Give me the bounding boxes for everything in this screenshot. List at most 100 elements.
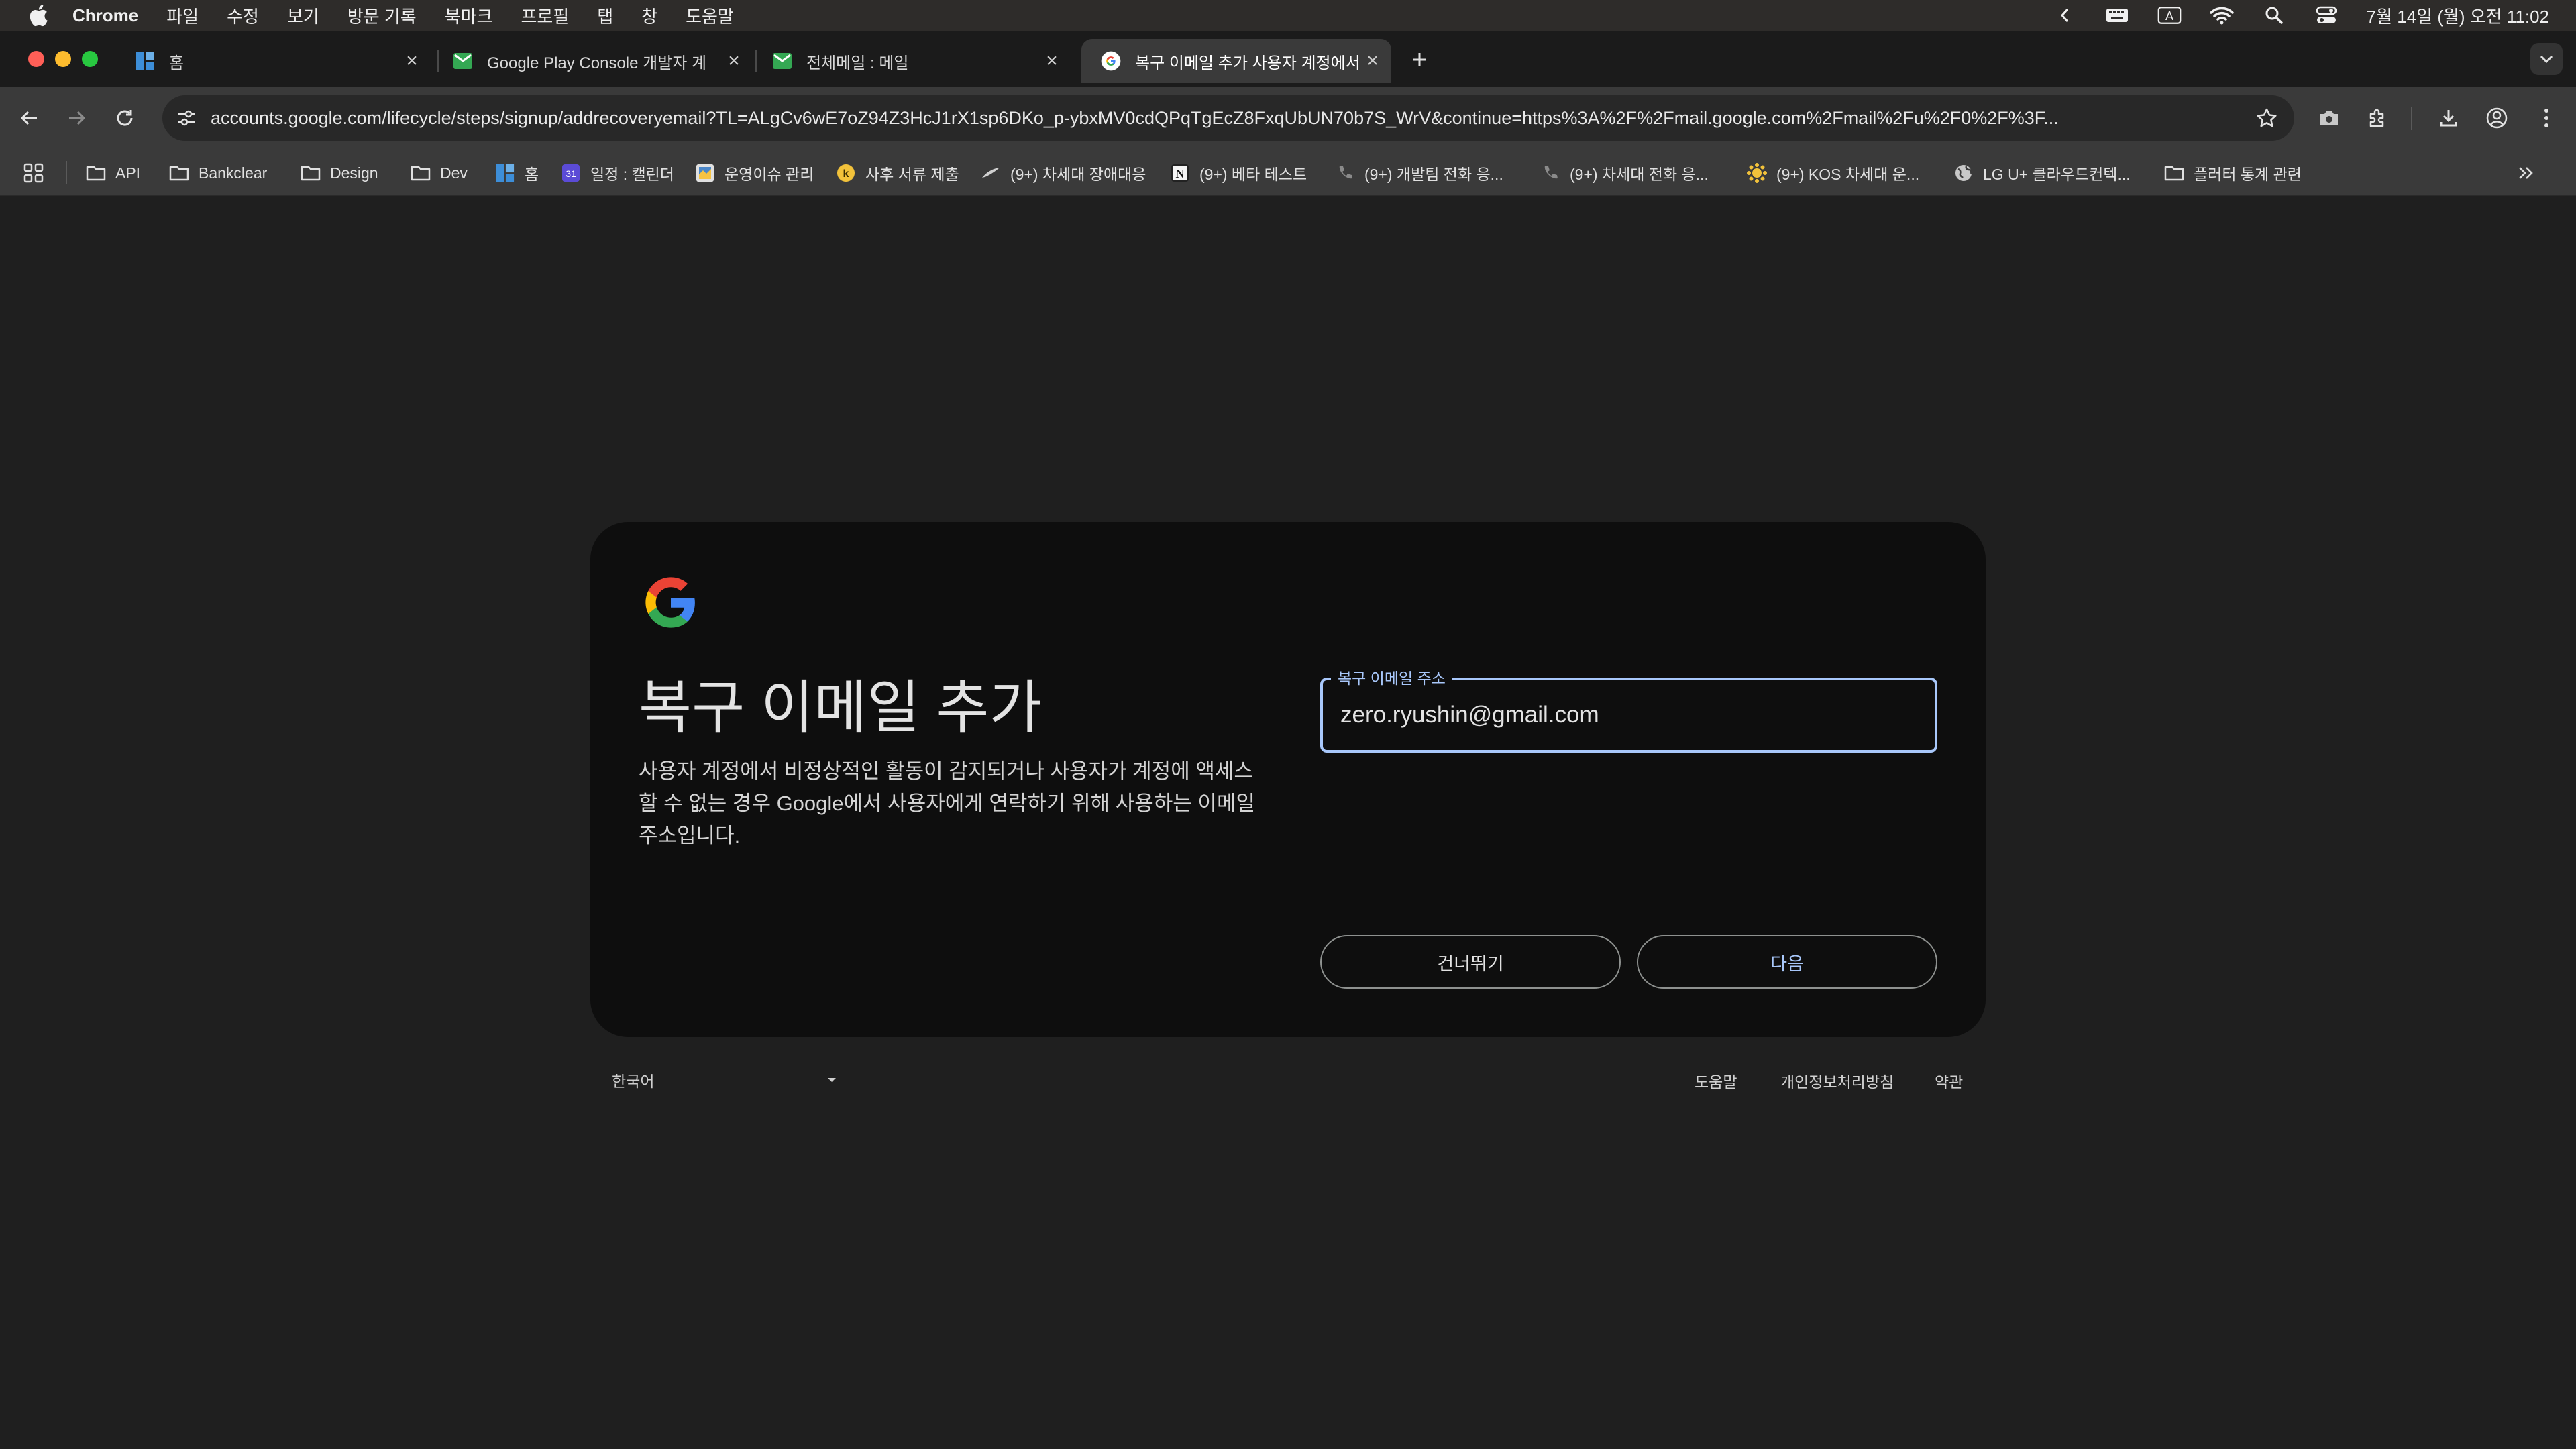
window-minimize-button[interactable] bbox=[55, 51, 71, 67]
close-icon[interactable]: × bbox=[720, 48, 747, 74]
next-button[interactable]: 다음 bbox=[1637, 935, 1937, 989]
tab-all-mail[interactable]: 전체메일 : 메일 × bbox=[753, 39, 1071, 83]
input-source-icon[interactable]: A bbox=[2157, 5, 2182, 25]
terms-link[interactable]: 약관 bbox=[1935, 1069, 1963, 1092]
profile-avatar-icon[interactable] bbox=[2481, 102, 2513, 134]
svg-text:A: A bbox=[2165, 9, 2174, 23]
downloads-icon[interactable] bbox=[2432, 102, 2465, 134]
language-selector[interactable]: 한국어 bbox=[612, 1065, 840, 1095]
address-bar[interactable]: accounts.google.com/lifecycle/steps/sign… bbox=[162, 95, 2294, 141]
menu-edit[interactable]: 수정 bbox=[227, 3, 259, 28]
apps-grid-icon[interactable] bbox=[23, 156, 44, 191]
tab-title: 전체메일 : 메일 bbox=[806, 54, 909, 72]
calendar-icon: 31 bbox=[561, 163, 581, 183]
svg-text:N: N bbox=[1176, 167, 1185, 180]
menu-chrome[interactable]: Chrome bbox=[72, 5, 138, 26]
menu-window[interactable]: 창 bbox=[641, 3, 657, 28]
window-zoom-button[interactable] bbox=[82, 51, 98, 67]
globe-icon bbox=[1953, 163, 1974, 183]
control-center-icon[interactable] bbox=[2314, 5, 2339, 25]
folder-icon bbox=[86, 163, 106, 183]
apple-icon[interactable] bbox=[27, 4, 50, 27]
spotlight-search-icon[interactable] bbox=[2262, 5, 2286, 25]
tab-play-console[interactable]: Google Play Console 개발자 계 × bbox=[433, 39, 753, 83]
menu-profiles[interactable]: 프로필 bbox=[521, 3, 569, 28]
google-icon bbox=[1100, 50, 1122, 72]
sun-icon bbox=[1747, 163, 1767, 183]
phone-icon bbox=[1540, 163, 1560, 183]
chevron-left-icon[interactable] bbox=[2053, 5, 2077, 25]
url-text[interactable]: accounts.google.com/lifecycle/steps/sign… bbox=[211, 95, 2241, 141]
menu-help[interactable]: 도움말 bbox=[686, 3, 734, 28]
close-icon[interactable]: × bbox=[1038, 48, 1065, 74]
menu-view[interactable]: 보기 bbox=[287, 3, 319, 28]
tab-search-button[interactable] bbox=[2530, 43, 2563, 75]
menu-history[interactable]: 방문 기록 bbox=[347, 3, 417, 28]
bookmark-api[interactable]: API bbox=[86, 156, 140, 191]
wifi-icon[interactable] bbox=[2209, 5, 2234, 25]
bookmark-dev-phone[interactable]: (9+) 개발팀 전화 응... bbox=[1335, 156, 1503, 191]
recovery-email-input[interactable] bbox=[1340, 696, 1917, 734]
tab-title: 복구 이메일 추가 사용자 계정에서 I bbox=[1135, 54, 1359, 72]
bookmark-lg-cloud[interactable]: LG U+ 클라우드컨텍... bbox=[1953, 156, 2131, 191]
folder-icon bbox=[2164, 163, 2184, 183]
bookmark-beta-test[interactable]: N (9+) 베타 테스트 bbox=[1170, 156, 1307, 191]
bookmarks-overflow-icon[interactable] bbox=[2517, 156, 2534, 191]
bookmark-kos[interactable]: (9+) KOS 차세대 운... bbox=[1747, 156, 1919, 191]
bookmark-label: (9+) 차세대 전화 응... bbox=[1570, 166, 1709, 183]
bookmark-nextgen-phone[interactable]: (9+) 차세대 전화 응... bbox=[1540, 156, 1709, 191]
bookmark-bankclear[interactable]: Bankclear bbox=[169, 156, 267, 191]
bookmark-design[interactable]: Design bbox=[301, 156, 378, 191]
more-menu-icon[interactable] bbox=[2530, 102, 2563, 134]
bookmark-label: (9+) 개발팀 전화 응... bbox=[1364, 166, 1503, 183]
reload-button[interactable] bbox=[109, 102, 141, 134]
tab-title: 홈 bbox=[169, 54, 184, 72]
forward-button[interactable] bbox=[60, 102, 93, 134]
back-button[interactable] bbox=[13, 102, 46, 134]
bookmark-label: 홈 bbox=[525, 166, 539, 183]
help-link[interactable]: 도움말 bbox=[1695, 1069, 1737, 1092]
bookmark-calendar[interactable]: 31 일정 : 캘린더 bbox=[561, 156, 674, 191]
bookmark-home[interactable]: 홈 bbox=[495, 156, 539, 191]
bookmark-ops-issues[interactable]: 운영이슈 관리 bbox=[695, 156, 814, 191]
new-tab-button[interactable] bbox=[1406, 44, 1433, 75]
bookmark-label: LG U+ 클라우드컨텍... bbox=[1983, 166, 2131, 183]
window-close-button[interactable] bbox=[28, 51, 44, 67]
tab-recovery-email[interactable]: 복구 이메일 추가 사용자 계정에서 I × bbox=[1081, 39, 1391, 83]
bookmark-star-icon[interactable] bbox=[2255, 107, 2278, 129]
site-info-icon[interactable] bbox=[176, 107, 197, 129]
bookmark-document-submit[interactable]: k 사후 서류 제출 bbox=[836, 156, 959, 191]
bookmark-incident-response[interactable]: (9+) 차세대 장애대응 bbox=[981, 156, 1146, 191]
language-selector-label: 한국어 bbox=[612, 1073, 655, 1090]
bookmark-dev[interactable]: Dev bbox=[411, 156, 468, 191]
bookmark-label: 플러터 통계 관련 bbox=[2194, 166, 2302, 183]
gmail-icon bbox=[771, 50, 793, 72]
bookmark-label: 사후 서류 제출 bbox=[865, 166, 959, 183]
kakao-icon: k bbox=[836, 163, 856, 183]
bookmark-label: Bankclear bbox=[199, 164, 268, 182]
bookmark-label: (9+) 차세대 장애대응 bbox=[1010, 166, 1146, 183]
folder-icon bbox=[301, 163, 321, 183]
dropdown-arrow-icon bbox=[824, 1072, 840, 1088]
tab-home[interactable]: 홈 × bbox=[115, 39, 431, 83]
bookmark-label: Dev bbox=[440, 164, 468, 182]
phone-icon bbox=[1335, 163, 1355, 183]
close-icon[interactable]: × bbox=[1359, 48, 1386, 74]
keyboard-icon[interactable] bbox=[2105, 5, 2129, 25]
extensions-icon[interactable] bbox=[2361, 102, 2394, 134]
privacy-link[interactable]: 개인정보처리방침 bbox=[1780, 1069, 1894, 1092]
menu-file[interactable]: 파일 bbox=[166, 3, 199, 28]
close-icon[interactable]: × bbox=[398, 48, 425, 74]
swoosh-icon bbox=[981, 163, 1001, 183]
toolbar-divider bbox=[2411, 107, 2412, 130]
bookmark-flutter-stats[interactable]: 플러터 통계 관련 bbox=[2164, 156, 2302, 191]
svg-text:31: 31 bbox=[566, 168, 576, 179]
google-logo-icon bbox=[643, 574, 699, 631]
clock[interactable]: 7월 14일 (월) 오전 11:02 bbox=[2367, 3, 2549, 28]
notion-home-icon bbox=[495, 163, 515, 183]
menu-bookmarks[interactable]: 북마크 bbox=[445, 3, 493, 28]
menu-tab[interactable]: 탭 bbox=[597, 3, 613, 28]
recovery-email-field-label: 복구 이메일 주소 bbox=[1331, 665, 1452, 688]
skip-button[interactable]: 건너뛰기 bbox=[1320, 935, 1621, 989]
camera-icon[interactable] bbox=[2313, 102, 2345, 134]
